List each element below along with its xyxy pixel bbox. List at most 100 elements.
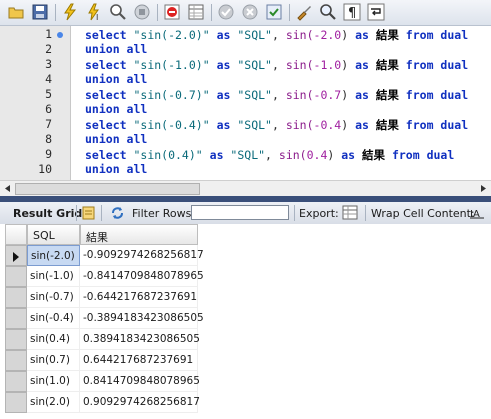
scroll-left-arrow-icon[interactable] [2,183,14,194]
code-token: as [348,88,376,102]
row-header[interactable] [5,308,27,329]
code-token: "SQL" [237,28,272,42]
toolbar-separator [157,4,158,21]
row-header[interactable] [5,266,27,287]
sql-editor[interactable]: 1 2 3 4 5 6 7 8 9 10 select "sin(-2.0)" as "SQL",… [0,26,491,180]
table-cell[interactable]: sin(-2.0) [27,245,80,266]
code-token: union all [85,42,148,56]
code-line: union all [85,42,147,56]
code-token: sin( [285,118,314,132]
column-header-label: 結果 [86,231,108,244]
column-header[interactable]: SQL [27,224,80,245]
invisible-chars-pilcrow-icon[interactable]: ¶ [342,2,362,22]
table-cell[interactable]: sin(-0.4) [27,308,80,329]
word-wrap-icon[interactable] [366,2,386,22]
code-line: union all [85,102,147,116]
code-token: select [85,148,134,162]
line-number: 1 [45,27,52,41]
line-number: 4 [45,72,52,86]
table-cell[interactable]: sin(-0.7) [27,287,80,308]
scroll-right-arrow-icon[interactable] [477,183,489,194]
editor-horizontal-scrollbar[interactable] [0,180,491,196]
filter-rows-label: Filter Rows: [132,207,196,220]
table-cell[interactable]: -0.644217687237691 [80,287,198,308]
table-cell[interactable]: -0.3894183423086505 [80,308,204,329]
beautify-brush-icon[interactable] [294,2,314,22]
table-cell[interactable]: sin(1.0) [27,371,80,392]
result-grid-label[interactable]: Result Grid [13,207,82,220]
code-token: -1.0 [313,58,342,72]
wrap-cell-content-label: Wrap Cell Content: [371,207,475,220]
cell-value: sin(0.7) [30,354,70,366]
wrap-cell-toggle-icon[interactable]: IA [470,207,484,219]
toggle-result-panel-icon[interactable] [186,2,206,22]
code-token: select [85,58,134,72]
code-token: "sin(-0.4)" [133,118,210,132]
commit-check-icon[interactable] [216,2,236,22]
row-header[interactable] [5,287,27,308]
code-token: union all [85,162,148,176]
row-header[interactable] [5,329,27,350]
table-cell[interactable]: sin(-1.0) [27,266,80,287]
code-token: as [348,28,376,42]
cell-value: 0.9092974268256817 [83,396,200,408]
row-header[interactable] [5,392,27,413]
code-token: from [398,118,441,132]
export-grid-icon[interactable] [342,205,358,220]
code-line: union all [85,162,147,176]
form-editor-icon[interactable] [82,206,95,220]
rollback-x-icon[interactable] [240,2,260,22]
code-token: 0.4 [306,148,328,162]
cell-value: sin(-2.0) [31,250,75,262]
code-token: as [202,148,231,162]
table-cell[interactable]: sin(0.7) [27,350,80,371]
execute-lightning-icon[interactable] [60,2,80,22]
execute-current-icon[interactable]: I [84,2,104,22]
code-token: "SQL" [237,58,272,72]
code-token: sin( [285,88,314,102]
open-folder-icon[interactable] [6,2,26,22]
code-line: select "sin(-0.4)" as "SQL", sin(-0.4) a… [85,117,468,133]
row-header[interactable] [5,245,27,266]
code-token: sin( [285,28,314,42]
result-toolbar: Result Grid Filter Rows: Export: Wrap Ce… [0,202,491,225]
code-token: as [209,28,238,42]
code-token: "SQL" [230,148,266,162]
code-token: select [85,28,134,42]
table-cell[interactable]: -0.9092974268256817 [80,245,204,266]
find-magnifier-icon[interactable] [318,2,338,22]
code-token: dual [440,28,469,42]
code-token: 結果 [375,118,399,132]
row-header[interactable] [5,371,27,392]
toggle-stop-on-error-icon[interactable] [162,2,182,22]
export-label: Export: [299,207,339,220]
filter-rows-input[interactable] [191,205,289,220]
scrollbar-thumb[interactable] [15,183,200,195]
table-cell[interactable]: sin(0.4) [27,329,80,350]
grid-corner-header[interactable] [5,224,27,245]
table-cell[interactable]: 0.3894183423086505 [80,329,200,350]
code-token: "sin(-0.7)" [133,88,210,102]
line-number: 6 [45,102,52,116]
code-token: union all [85,102,148,116]
table-cell[interactable]: 0.644217687237691 [80,350,198,371]
code-token: as [334,148,363,162]
toolbar-separator [289,4,290,21]
cell-value: -0.8414709848078965 [83,270,204,282]
stop-hand-icon[interactable] [132,2,152,22]
code-token: union all [85,72,148,86]
code-token: 結果 [375,88,399,102]
table-cell[interactable]: -0.8414709848078965 [80,266,204,287]
explain-magnifier-icon[interactable] [108,2,128,22]
code-token: select [85,118,134,132]
table-cell[interactable]: 0.8414709848078965 [80,371,200,392]
row-header[interactable] [5,350,27,371]
table-cell[interactable]: 0.9092974268256817 [80,392,200,413]
refresh-icon[interactable] [110,206,125,220]
save-icon[interactable] [30,2,50,22]
column-header[interactable]: 結果 [80,224,198,245]
autocommit-toggle-icon[interactable] [264,2,284,22]
code-token: 結果 [362,148,386,162]
code-line: select "sin(-2.0)" as "SQL", sin(-2.0) a… [85,27,468,43]
table-cell[interactable]: sin(2.0) [27,392,80,413]
